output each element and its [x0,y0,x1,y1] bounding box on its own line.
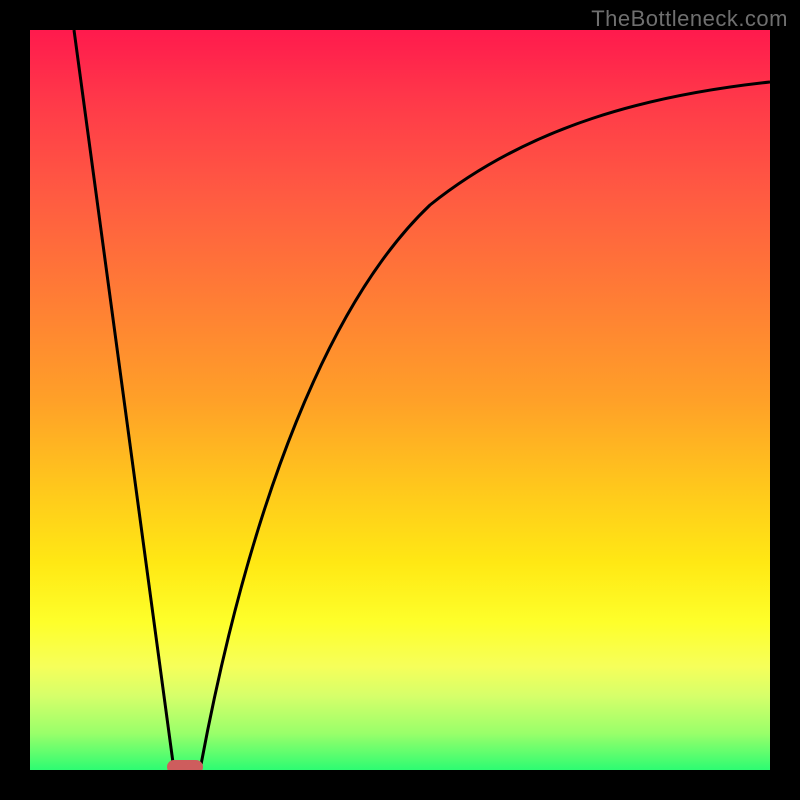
right-ascent-curve [200,82,770,770]
chart-frame: TheBottleneck.com [0,0,800,800]
curve-svg [30,30,770,770]
watermark-text: TheBottleneck.com [591,6,788,32]
plot-area [30,30,770,770]
optimal-marker [167,760,203,770]
left-descent-line [74,30,174,770]
